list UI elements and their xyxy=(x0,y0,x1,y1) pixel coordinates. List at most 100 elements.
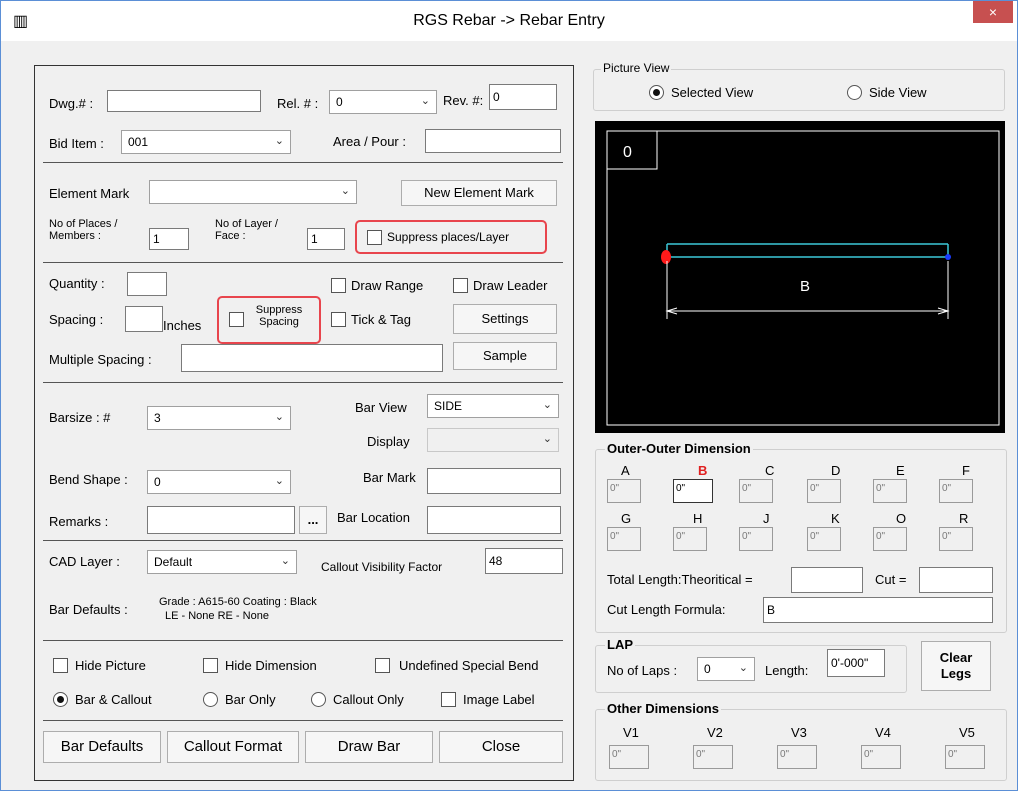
bar-callout-label: Bar & Callout xyxy=(75,692,152,707)
callout-visibility-input[interactable] xyxy=(485,548,563,574)
cad-layer-dropdown[interactable]: Default ⌄ xyxy=(147,550,297,574)
layer-input[interactable] xyxy=(307,228,345,250)
v4-input[interactable]: 0" xyxy=(861,745,901,769)
multiple-spacing-input[interactable] xyxy=(181,344,443,372)
settings-button[interactable]: Settings xyxy=(453,304,557,334)
bar-preview-canvas: 0 B xyxy=(595,121,1005,433)
inches-label: Inches xyxy=(163,318,202,333)
dim-letter-d: D xyxy=(831,463,841,478)
cut-formula-input[interactable] xyxy=(763,597,993,623)
places-label-line1: No of Places / xyxy=(49,218,118,230)
dim-j-input[interactable]: 0" xyxy=(739,527,773,551)
lap-length-input[interactable] xyxy=(827,649,885,677)
dim-letter-k: K xyxy=(831,511,840,526)
bar-callout-radio[interactable] xyxy=(53,692,68,707)
dim-b-input[interactable]: 0" xyxy=(673,479,713,503)
area-pour-input[interactable] xyxy=(425,129,561,153)
close-window-button[interactable]: × xyxy=(973,1,1013,23)
draw-bar-button[interactable]: Draw Bar xyxy=(305,731,433,763)
remarks-label: Remarks : xyxy=(49,514,109,529)
no-of-laps-dropdown[interactable]: 0 ⌄ xyxy=(697,657,755,681)
places-input[interactable] xyxy=(149,228,189,250)
draw-leader-checkbox[interactable] xyxy=(453,278,468,293)
undefined-special-bend-checkbox[interactable] xyxy=(375,658,390,673)
total-length-input[interactable] xyxy=(791,567,863,593)
bid-item-label: Bid Item : xyxy=(49,136,104,151)
suppress-spacing-line2: Spacing xyxy=(259,316,299,328)
selected-view-label: Selected View xyxy=(671,85,754,100)
callout-format-button[interactable]: Callout Format xyxy=(167,731,299,763)
v2-input[interactable]: 0" xyxy=(693,745,733,769)
divider xyxy=(43,382,563,383)
browse-remarks-button[interactable]: ... xyxy=(299,506,327,534)
bar-location-input[interactable] xyxy=(427,506,561,534)
bar-only-radio[interactable] xyxy=(203,692,218,707)
display-dropdown[interactable]: ⌄ xyxy=(427,428,559,452)
dwg-input[interactable] xyxy=(107,90,261,112)
tick-tag-checkbox[interactable] xyxy=(331,312,346,327)
dim-e-input[interactable]: 0" xyxy=(873,479,907,503)
dim-h-input[interactable]: 0" xyxy=(673,527,707,551)
element-mark-dropdown[interactable]: ⌄ xyxy=(149,180,357,204)
dim-r-input[interactable]: 0" xyxy=(939,527,973,551)
barsize-dropdown[interactable]: 3 ⌄ xyxy=(147,406,291,430)
shape-number: 0 xyxy=(623,144,632,161)
chevron-down-icon: ⌄ xyxy=(274,135,284,147)
v3-label: V3 xyxy=(791,725,807,740)
v5-input[interactable]: 0" xyxy=(945,745,985,769)
new-element-mark-button[interactable]: New Element Mark xyxy=(401,180,557,206)
dim-f-input[interactable]: 0" xyxy=(939,479,973,503)
rev-input[interactable] xyxy=(489,84,557,110)
remarks-input[interactable] xyxy=(147,506,295,534)
hide-picture-checkbox[interactable] xyxy=(53,658,68,673)
bar-mark-input[interactable] xyxy=(427,468,561,494)
bar-defaults-button[interactable]: Bar Defaults xyxy=(43,731,161,763)
dim-o-input[interactable]: 0" xyxy=(873,527,907,551)
suppress-places-label: Suppress places/Layer xyxy=(387,230,510,244)
bid-item-dropdown[interactable]: 001 ⌄ xyxy=(121,130,291,154)
sample-button[interactable]: Sample xyxy=(453,342,557,370)
display-label: Display xyxy=(367,434,410,449)
dim-a-input[interactable]: 0" xyxy=(607,479,641,503)
rel-label: Rel. # : xyxy=(277,96,319,111)
dim-g-input[interactable]: 0" xyxy=(607,527,641,551)
rel-dropdown[interactable]: 0 ⌄ xyxy=(329,90,437,114)
dim-k-input[interactable]: 0" xyxy=(807,527,841,551)
barsize-label: Barsize : # xyxy=(49,410,111,425)
bar-mark-label: Bar Mark xyxy=(363,470,416,485)
draw-range-checkbox[interactable] xyxy=(331,278,346,293)
hide-picture-label: Hide Picture xyxy=(75,658,146,673)
spacing-label: Spacing : xyxy=(49,312,104,327)
cut-label: Cut = xyxy=(875,572,907,587)
image-label-checkbox[interactable] xyxy=(441,692,456,707)
rel-value: 0 xyxy=(336,95,343,109)
divider xyxy=(43,540,563,541)
cut-input[interactable] xyxy=(919,567,993,593)
dim-label: B xyxy=(800,278,810,295)
left-panel: Dwg.# : Rel. # : 0⌄ Rev. #: Bid Item : 0… xyxy=(34,65,574,781)
quantity-label: Quantity : xyxy=(49,276,105,291)
window-title: RGS Rebar -> Rebar Entry xyxy=(413,12,605,29)
side-view-radio[interactable] xyxy=(847,85,862,100)
v1-input[interactable]: 0" xyxy=(609,745,649,769)
divider xyxy=(43,162,563,163)
dim-d-input[interactable]: 0" xyxy=(807,479,841,503)
dim-c-input[interactable]: 0" xyxy=(739,479,773,503)
bend-shape-dropdown[interactable]: 0 ⌄ xyxy=(147,470,291,494)
spacing-input[interactable] xyxy=(125,306,163,332)
v4-label: V4 xyxy=(875,725,891,740)
clear-legs-button[interactable]: Clear Legs xyxy=(921,641,991,691)
callout-only-radio[interactable] xyxy=(311,692,326,707)
hide-dimension-checkbox[interactable] xyxy=(203,658,218,673)
suppress-spacing-checkbox[interactable] xyxy=(229,312,244,327)
bar-view-dropdown[interactable]: SIDE ⌄ xyxy=(427,394,559,418)
v3-input[interactable]: 0" xyxy=(777,745,817,769)
suppress-places-checkbox[interactable] xyxy=(367,230,382,245)
picture-view-legend: Picture View xyxy=(601,61,672,75)
no-of-laps-value: 0 xyxy=(704,662,711,676)
quantity-input[interactable] xyxy=(127,272,167,296)
dim-letter-r: R xyxy=(959,511,969,526)
bend-shape-value: 0 xyxy=(154,475,161,489)
selected-view-radio[interactable] xyxy=(649,85,664,100)
close-button[interactable]: Close xyxy=(439,731,563,763)
